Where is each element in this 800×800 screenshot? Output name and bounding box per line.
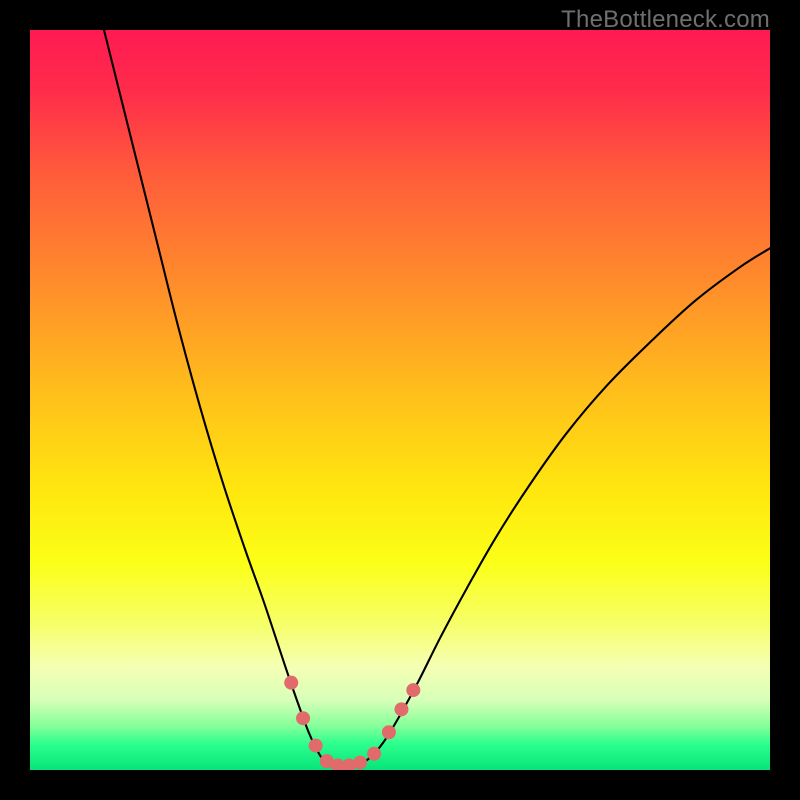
marker-point (309, 739, 323, 753)
marker-point (296, 711, 310, 725)
bottleneck-chart (30, 30, 770, 770)
marker-point (406, 683, 420, 697)
chart-background (30, 30, 770, 770)
marker-point (353, 756, 367, 770)
marker-point (367, 747, 381, 761)
chart-frame (30, 30, 770, 770)
marker-point (382, 725, 396, 739)
marker-point (284, 676, 298, 690)
marker-point (394, 702, 408, 716)
